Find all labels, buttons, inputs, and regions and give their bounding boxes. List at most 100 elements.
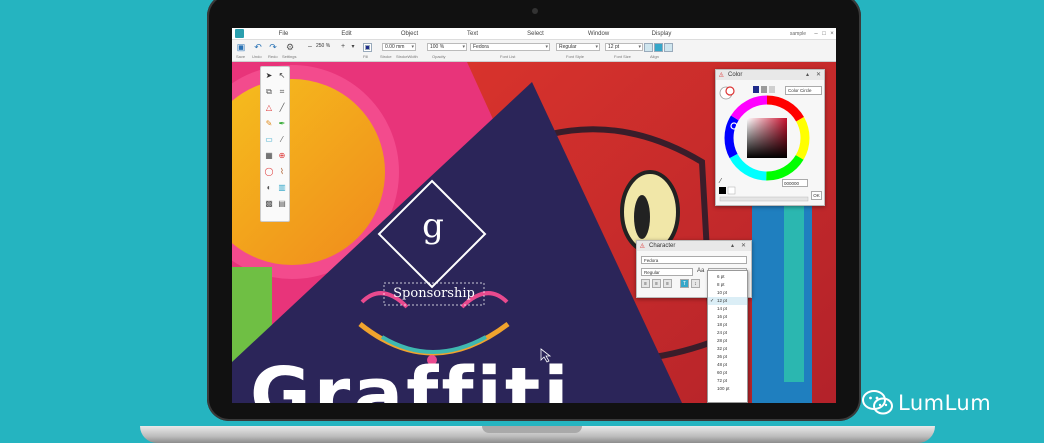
caption-undo: Undo: [252, 54, 262, 59]
swatch-gray[interactable]: [761, 86, 767, 93]
transform-tool-icon[interactable]: ⧉: [264, 87, 274, 97]
size-option[interactable]: 16 pt: [708, 313, 747, 321]
font-style-field[interactable]: Regular ▾: [556, 43, 600, 51]
size-option[interactable]: 72 pt: [708, 377, 747, 385]
direct-select-tool-icon[interactable]: ↖: [277, 71, 287, 81]
size-option-selected[interactable]: ✓ 12 pt: [708, 297, 747, 305]
color-picker[interactable]: ⁄: [716, 80, 826, 207]
swatch-navy[interactable]: [753, 86, 759, 93]
align-left-toggle[interactable]: [644, 43, 653, 52]
graffiti-headline[interactable]: Graffiti: [250, 358, 572, 403]
character-panel-close-icon[interactable]: ✕: [741, 241, 746, 251]
font-size-dropdown[interactable]: 6 pt 8 pt 10 pt ✓ 12 pt 14 pt 16 pt 18 pt…: [707, 270, 748, 403]
character-panel-title: Character: [649, 243, 676, 249]
hex-input[interactable]: 000000: [782, 179, 808, 187]
opacity-field[interactable]: 100 % ▾: [427, 43, 467, 51]
size-option[interactable]: 18 pt: [708, 321, 747, 329]
stroke-width-field[interactable]: 0.00 mm ▾: [382, 43, 416, 51]
character-panel-titlebar[interactable]: Character ◬ ▴ ✕: [637, 241, 751, 251]
menu-display[interactable]: Display: [630, 31, 693, 37]
pencil-tool-icon[interactable]: ✎: [264, 119, 274, 129]
toolbar: ▣ ↶ ↷ ⚙ Save Undo Redo Settings – 250 % …: [232, 40, 836, 62]
fill-swatch-color[interactable]: [725, 86, 735, 96]
close-button[interactable]: ×: [828, 31, 836, 37]
sponsorship-text[interactable]: Sponsorship: [387, 286, 481, 301]
zoom-dropdown-icon[interactable]: ▾: [348, 42, 358, 52]
current-white-swatch[interactable]: [727, 186, 736, 195]
eyedropper-icon[interactable]: ⁄: [718, 178, 723, 185]
size-option[interactable]: 60 pt: [708, 369, 747, 377]
minimize-button[interactable]: –: [812, 31, 820, 37]
settings-icon[interactable]: ⚙: [285, 42, 295, 52]
size-option[interactable]: 100 pt: [708, 385, 747, 393]
color-panel-titlebar[interactable]: Color ◬ ▴ ✕: [716, 70, 824, 80]
shape-tool-icon[interactable]: △: [264, 103, 274, 113]
font-list-arrow-icon: ▾: [545, 44, 548, 50]
maximize-button[interactable]: □: [820, 31, 828, 37]
select-tool-icon[interactable]: ➤: [264, 71, 274, 81]
crop-tool-icon[interactable]: ⌗: [277, 87, 287, 97]
font-list-value: Fedora: [473, 44, 489, 50]
menu-edit[interactable]: Edit: [315, 31, 378, 37]
align-center-button[interactable]: ≡: [652, 279, 661, 288]
user-name[interactable]: sample: [790, 31, 806, 37]
line-tool-icon[interactable]: ╱: [277, 103, 287, 113]
menu-select[interactable]: Select: [504, 31, 567, 37]
caption-font-size: Font Size: [614, 54, 631, 59]
size-option[interactable]: 36 pt: [708, 353, 747, 361]
color-panel-collapse-icon[interactable]: ▴: [806, 70, 809, 80]
current-black-swatch[interactable]: [719, 187, 726, 194]
eyedropper-tool-icon[interactable]: ⁄: [277, 135, 287, 145]
brush-tool-icon[interactable]: ⌇: [277, 167, 287, 177]
character-font-field[interactable]: Fedora: [641, 256, 747, 264]
color-ok-button[interactable]: OK: [811, 191, 822, 200]
character-style-field[interactable]: Regular: [641, 268, 693, 276]
save-icon[interactable]: ▣: [236, 42, 246, 52]
zoom-level[interactable]: 250 %: [314, 43, 340, 51]
ellipse-tool-icon[interactable]: ◯: [264, 167, 274, 177]
rectangle-tool-icon[interactable]: ▭: [264, 135, 274, 145]
vertical-text-button[interactable]: ↕: [691, 279, 700, 288]
undo-icon[interactable]: ↶: [253, 42, 263, 52]
align-right-toggle[interactable]: [664, 43, 673, 52]
align-left-button[interactable]: ≡: [641, 279, 650, 288]
fill-tool-icon[interactable]: ◐: [264, 183, 274, 193]
hex-value: 000000: [784, 181, 800, 186]
check-icon: ✓: [710, 298, 715, 304]
color-mode-select[interactable]: Color Circle: [785, 86, 822, 95]
size-option[interactable]: 10 pt: [708, 289, 747, 297]
pen-tool-icon[interactable]: ✒: [277, 119, 287, 129]
align-center-toggle[interactable]: [654, 43, 663, 52]
caption-stroke-width: StrokeWidth: [396, 54, 418, 59]
color-panel-close-icon[interactable]: ✕: [816, 70, 821, 80]
font-size-value: 12 pt: [608, 44, 620, 50]
size-option[interactable]: 14 pt: [708, 305, 747, 313]
opacity-slider[interactable]: [719, 196, 809, 202]
chart-tool-icon[interactable]: ▥: [277, 183, 287, 193]
text-type-button[interactable]: T: [680, 279, 689, 288]
align-right-button[interactable]: ≡: [663, 279, 672, 288]
size-option[interactable]: 28 pt: [708, 337, 747, 345]
zoom-in-icon[interactable]: +: [338, 42, 348, 52]
size-option[interactable]: 32 pt: [708, 345, 747, 353]
menu-text[interactable]: Text: [441, 31, 504, 37]
font-size-field[interactable]: 12 pt ▾: [605, 43, 643, 51]
size-option[interactable]: 24 pt: [708, 329, 747, 337]
swatch-light[interactable]: [769, 86, 775, 93]
size-option[interactable]: 6 pt: [708, 273, 747, 281]
redo-icon[interactable]: ↷: [268, 42, 278, 52]
character-panel-collapse-icon[interactable]: ▴: [731, 241, 734, 251]
gradient-tool-icon[interactable]: ▦: [264, 151, 274, 161]
menu-window[interactable]: Window: [567, 31, 630, 37]
stroke-width-value: 0.00 mm: [385, 44, 405, 50]
owl-pupil-right: [634, 195, 650, 239]
image-tool-icon[interactable]: ▩: [264, 199, 274, 209]
size-option[interactable]: 8 pt: [708, 281, 747, 289]
menu-file[interactable]: File: [252, 31, 315, 37]
size-option[interactable]: 48 pt: [708, 361, 747, 369]
text-tool-icon[interactable]: ▤: [277, 199, 287, 209]
teal-stripe: [784, 182, 804, 382]
zoom-tool-icon[interactable]: ⊕: [277, 151, 287, 161]
menu-object[interactable]: Object: [378, 31, 441, 37]
font-list-field[interactable]: Fedora ▾: [470, 43, 550, 51]
